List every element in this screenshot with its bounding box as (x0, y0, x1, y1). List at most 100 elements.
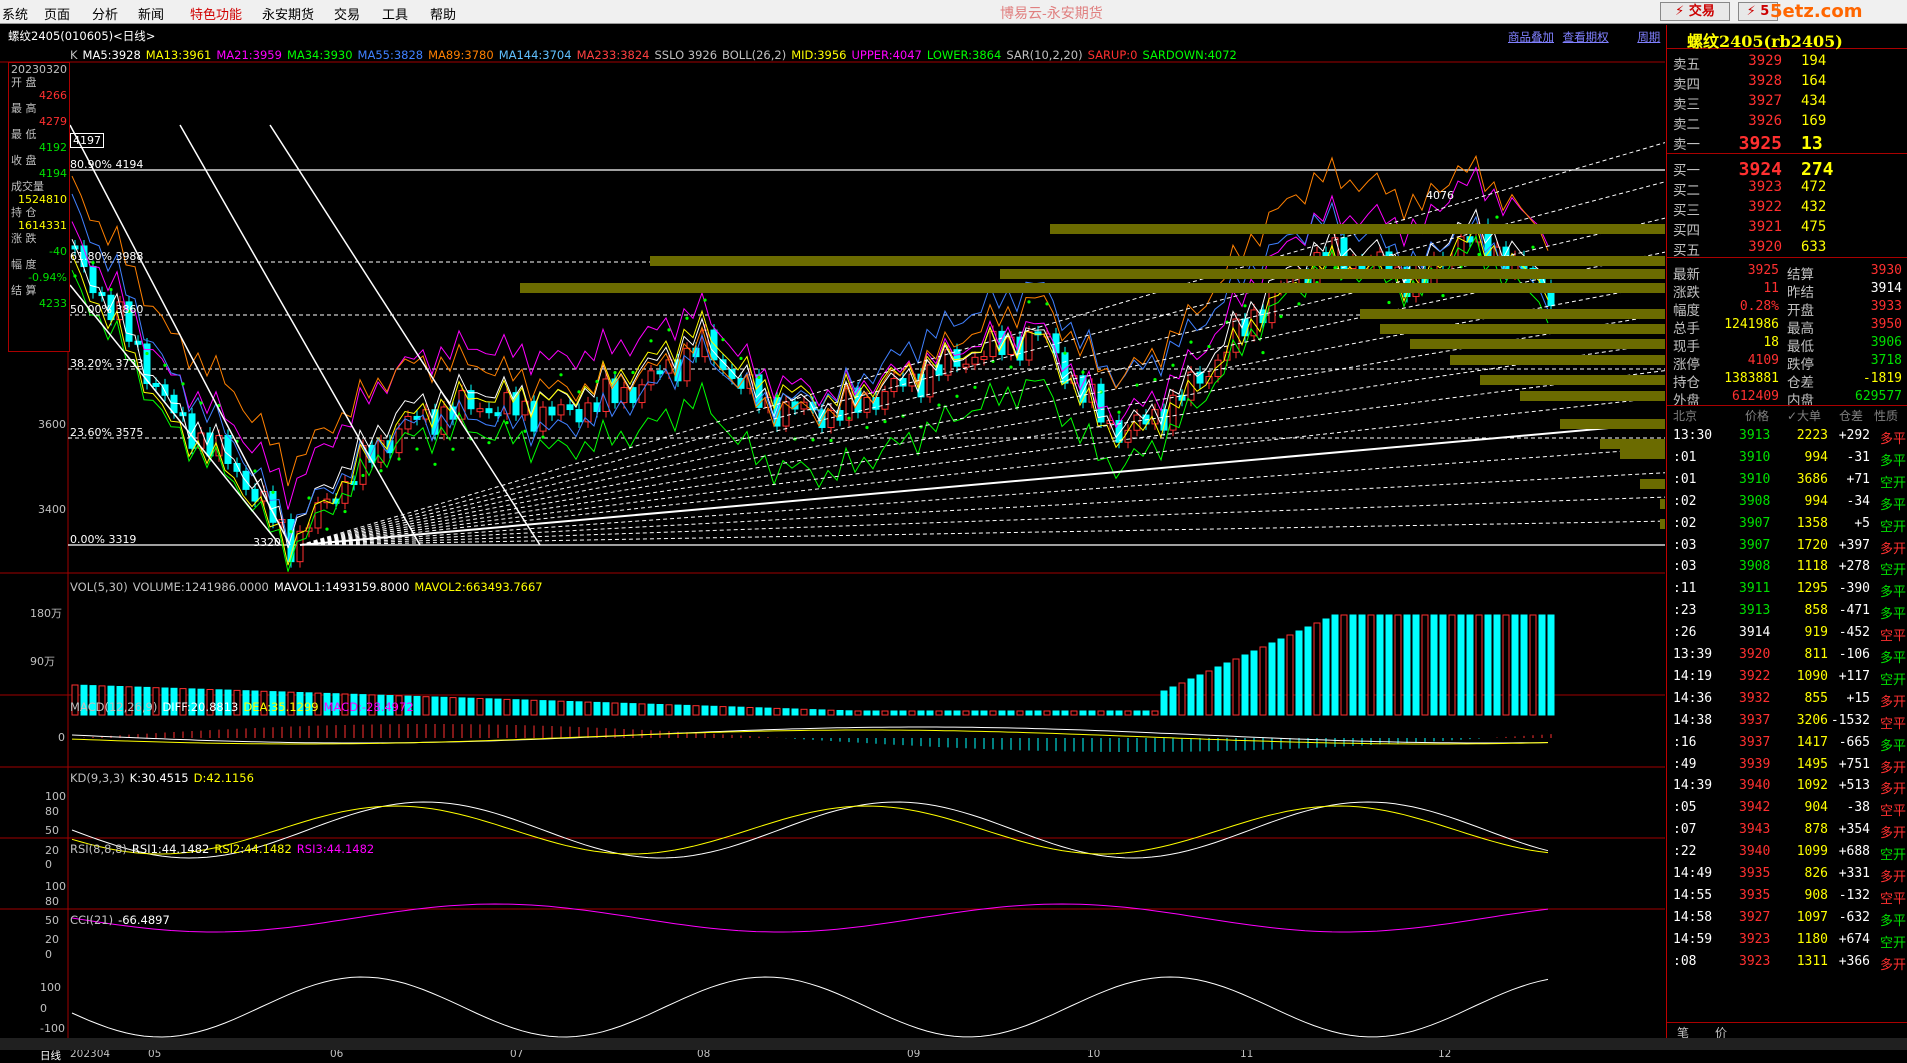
menu-help[interactable]: 帮助 (430, 4, 456, 23)
tick-price: 3943 (1739, 822, 1771, 838)
tick-price: 3935 (1739, 866, 1771, 881)
sar-dot (1207, 344, 1211, 349)
tick-row[interactable]: :03 3908 1118 +278 空开 (1667, 556, 1907, 578)
tick-change: +366 (1838, 953, 1870, 969)
tick-price: 3911 (1739, 581, 1771, 597)
boll-upper-line (71, 166, 1549, 510)
tick-header-cell: ✓大单 (1787, 409, 1822, 423)
tick-row[interactable]: 14:55 3935 908 -132 空平 (1667, 885, 1907, 907)
tick-row[interactable]: 14:58 3927 1097 -632 多平 (1667, 907, 1907, 929)
tick-row[interactable]: :01 3910 3686 +71 空开 (1667, 469, 1907, 491)
tick-row[interactable]: :02 3908 994 -34 多平 (1667, 491, 1907, 513)
options-link[interactable]: 查看期权 (1563, 30, 1609, 44)
tick-row[interactable]: :03 3907 1720 +397 多开 (1667, 535, 1907, 557)
menu-features[interactable]: 特色功能 (190, 4, 242, 23)
menu-page[interactable]: 页面 (44, 4, 70, 23)
bid-row[interactable]: 买三 3922 432 (1667, 197, 1907, 219)
overlay-link[interactable]: 商品叠加 (1508, 30, 1554, 44)
bid-row[interactable]: 买四 3921 475 (1667, 217, 1907, 239)
info-value: -0.94% (28, 271, 67, 284)
tick-row[interactable]: :05 3942 904 -38 空平 (1667, 797, 1907, 819)
axis-tick: 50 (45, 824, 59, 837)
menu-analysis[interactable]: 分析 (92, 4, 118, 23)
volume-bar (818, 709, 826, 716)
tick-time: :01 (1673, 471, 1697, 487)
kline-chart[interactable] (0, 25, 1665, 1040)
chart-area[interactable]: 螺纹2405(010605)<日线> K MA5:3928 MA13:3961 MA2… (0, 25, 1665, 1062)
menu-yongan[interactable]: 永安期货 (262, 4, 314, 23)
tick-row[interactable]: 13:30 3913 2223 +292 多平 (1667, 425, 1907, 447)
ask-row[interactable]: 卖三 3927 434 (1667, 91, 1907, 113)
tick-header-cell: 北京 (1673, 409, 1698, 423)
symbol-title: 螺纹2405(010605)<日线> (8, 29, 156, 43)
stat-row: 现手 18 最低 3906 (1667, 333, 1907, 355)
tick-row[interactable]: 14:39 3940 1092 +513 多开 (1667, 775, 1907, 797)
sar-dot (1243, 304, 1247, 308)
tick-price: 3908 (1739, 559, 1771, 575)
tick-time: 13:30 (1673, 428, 1713, 443)
legend-item: RSI1:44.1482 (131, 842, 210, 856)
bid-row[interactable]: 买一 3924 274 (1667, 157, 1907, 180)
tick-row[interactable]: 14:19 3922 1090 +117 空开 (1667, 666, 1907, 688)
tick-row[interactable]: 14:49 3935 826 +331 多开 (1667, 863, 1907, 885)
tick-row[interactable]: :07 3943 878 +354 多开 (1667, 819, 1907, 841)
tick-price: 3940 (1739, 844, 1771, 860)
tick-row[interactable]: :23 3913 858 -471 多平 (1667, 600, 1907, 622)
tick-row[interactable]: :26 3914 919 -452 空平 (1667, 622, 1907, 644)
volume-bar (1133, 710, 1141, 716)
tick-row[interactable]: :22 3940 1099 +688 空开 (1667, 841, 1907, 863)
tick-nature: 空开 (1879, 935, 1906, 951)
tick-row[interactable]: 13:39 3920 811 -106 多平 (1667, 644, 1907, 666)
tick-row[interactable]: :11 3911 1295 -390 多平 (1667, 578, 1907, 600)
ask-row[interactable]: 卖四 3928 164 (1667, 71, 1907, 93)
menu-system[interactable]: 系统 (2, 4, 28, 23)
stat-value: 11 (1763, 281, 1779, 296)
tick-row[interactable]: :08 3923 1311 +366 多开 (1667, 951, 1907, 973)
legend-item: VOLUME:1241986.0000 (132, 580, 269, 594)
tick-row[interactable]: 14:38 3937 3206 -1532 空平 (1667, 710, 1907, 732)
candle-body (566, 404, 574, 411)
tick-row[interactable]: :49 3939 1495 +751 多开 (1667, 754, 1907, 776)
candle-body (656, 370, 664, 375)
candle-body (1124, 429, 1132, 443)
volume-bar (1394, 614, 1402, 716)
bid-row[interactable]: 买五 3920 633 (1667, 237, 1907, 259)
tick-volume: 3686 (1796, 471, 1828, 487)
tick-change: -1532 (1830, 712, 1870, 728)
volume-bar (1061, 710, 1069, 716)
bid-row[interactable]: 买二 3923 472 (1667, 177, 1907, 199)
app-title: 博易云-永安期货 (1000, 6, 1103, 22)
period-link[interactable]: 周期 (1637, 30, 1660, 44)
volume-bar (629, 703, 637, 716)
tick-row[interactable]: 14:59 3923 1180 +674 空开 (1667, 929, 1907, 951)
menu-tools[interactable]: 工具 (382, 4, 408, 23)
ask-row[interactable]: 卖二 3926 169 (1667, 111, 1907, 133)
menu-news[interactable]: 新闻 (138, 4, 164, 23)
volume-bar (1196, 674, 1204, 716)
sar-dot (739, 356, 743, 360)
tick-row[interactable]: 14:36 3932 855 +15 多开 (1667, 688, 1907, 710)
tick-price: 3942 (1739, 800, 1771, 816)
volume-bar (1547, 614, 1555, 716)
volume-bar (620, 702, 628, 716)
legend-item: SARDOWN:4072 (1142, 48, 1237, 62)
volume-bar (881, 710, 889, 716)
tick-row[interactable]: :16 3937 1417 -665 多平 (1667, 732, 1907, 754)
tick-row[interactable]: :01 3910 994 -31 多平 (1667, 447, 1907, 469)
legend-item: LOWER:3864 (926, 48, 1002, 62)
ask-row[interactable]: 卖五 3929 194 (1667, 51, 1907, 73)
tick-time: :02 (1673, 515, 1697, 531)
tick-price: 3937 (1739, 734, 1771, 750)
ask-price: 3927 (1748, 93, 1782, 109)
tick-nature: 空开 (1879, 563, 1906, 579)
tick-volume: 3206 (1796, 712, 1828, 728)
info-label: 20230320 (11, 63, 67, 76)
volume-bar (521, 699, 529, 716)
trade-button[interactable]: ⚡ 交易 (1660, 2, 1730, 21)
volume-bar (1043, 710, 1051, 716)
menu-trade[interactable]: 交易 (334, 4, 360, 23)
ask-row[interactable]: 卖一 3925 13 (1667, 131, 1907, 154)
legend-item: K:30.4515 (129, 771, 189, 785)
tick-row[interactable]: :02 3907 1358 +5 空开 (1667, 513, 1907, 535)
volume-bar (494, 698, 502, 716)
